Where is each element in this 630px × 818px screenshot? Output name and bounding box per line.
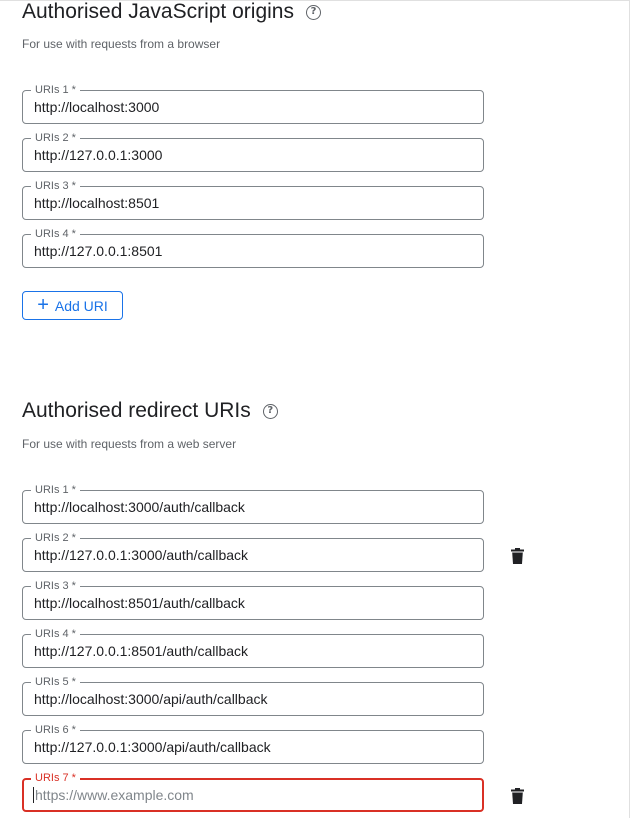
field-label: URIs 1 * xyxy=(31,83,80,97)
redirect-uri-field-6[interactable]: URIs 6 * http://127.0.0.1:3000/api/auth/… xyxy=(22,723,484,764)
redirect-uri-field-2[interactable]: URIs 2 * http://127.0.0.1:3000/auth/call… xyxy=(22,531,484,572)
field-label: URIs 3 * xyxy=(31,179,80,193)
field-label: URIs 7 * xyxy=(31,771,80,785)
field-label: URIs 3 * xyxy=(31,579,80,593)
field-label: URIs 2 * xyxy=(31,531,80,545)
field-value[interactable]: http://localhost:3000/api/auth/callback xyxy=(34,691,268,708)
field-value[interactable]: http://127.0.0.1:3000/auth/callback xyxy=(34,547,248,564)
field-value[interactable]: http://localhost:8501 xyxy=(34,195,159,212)
redirect-uris-title-text: Authorised redirect URIs xyxy=(22,399,251,422)
trash-icon[interactable] xyxy=(511,548,524,564)
js-origin-field-2[interactable]: URIs 2 * http://127.0.0.1:3000 xyxy=(22,131,484,172)
redirect-uri-field-3[interactable]: URIs 3 * http://localhost:8501/auth/call… xyxy=(22,579,484,620)
field-value[interactable]: http://localhost:3000 xyxy=(34,99,159,116)
redirect-uri-field-1[interactable]: URIs 1 * http://localhost:3000/auth/call… xyxy=(22,483,484,524)
field-label: URIs 5 * xyxy=(31,675,80,689)
redirect-uris-title: Authorised redirect URIs ? xyxy=(22,399,278,423)
help-icon[interactable]: ? xyxy=(262,403,278,419)
field-label: URIs 6 * xyxy=(31,723,80,737)
field-value[interactable]: http://127.0.0.1:3000 xyxy=(34,147,162,164)
redirect-uri-field-4[interactable]: URIs 4 * http://127.0.0.1:8501/auth/call… xyxy=(22,627,484,668)
redirect-uri-field-5[interactable]: URIs 5 * http://localhost:3000/api/auth/… xyxy=(22,675,484,716)
js-origin-field-3[interactable]: URIs 3 * http://localhost:8501 xyxy=(22,179,484,220)
field-label: URIs 4 * xyxy=(31,627,80,641)
field-value[interactable]: http://127.0.0.1:3000/api/auth/callback xyxy=(34,739,271,756)
js-origins-title-text: Authorised JavaScript origins xyxy=(22,0,294,23)
js-origin-field-1[interactable]: URIs 1 * http://localhost:3000 xyxy=(22,83,484,124)
field-value[interactable]: http://localhost:3000/auth/callback xyxy=(34,499,245,516)
trash-icon[interactable] xyxy=(511,788,524,804)
field-label: URIs 2 * xyxy=(31,131,80,145)
js-origins-title: Authorised JavaScript origins ? xyxy=(22,0,321,24)
redirect-uri-field-7[interactable]: URIs 7 * xyxy=(22,771,484,812)
field-value[interactable]: http://127.0.0.1:8501 xyxy=(34,243,162,260)
field-value[interactable]: http://localhost:8501/auth/callback xyxy=(34,595,245,612)
field-value[interactable]: http://127.0.0.1:8501/auth/callback xyxy=(34,643,248,660)
js-origin-field-4[interactable]: URIs 4 * http://127.0.0.1:8501 xyxy=(22,227,484,268)
help-icon[interactable]: ? xyxy=(305,4,321,20)
add-uri-button[interactable]: + Add URI xyxy=(22,291,123,320)
js-origins-subtitle: For use with requests from a browser xyxy=(22,37,221,51)
redirect-uris-subtitle: For use with requests from a web server xyxy=(22,437,237,451)
add-uri-label: Add URI xyxy=(54,297,108,314)
redirect-uri-input[interactable] xyxy=(33,787,465,803)
field-label: URIs 1 * xyxy=(31,483,80,497)
field-label: URIs 4 * xyxy=(31,227,80,241)
plus-icon: + xyxy=(37,293,49,316)
